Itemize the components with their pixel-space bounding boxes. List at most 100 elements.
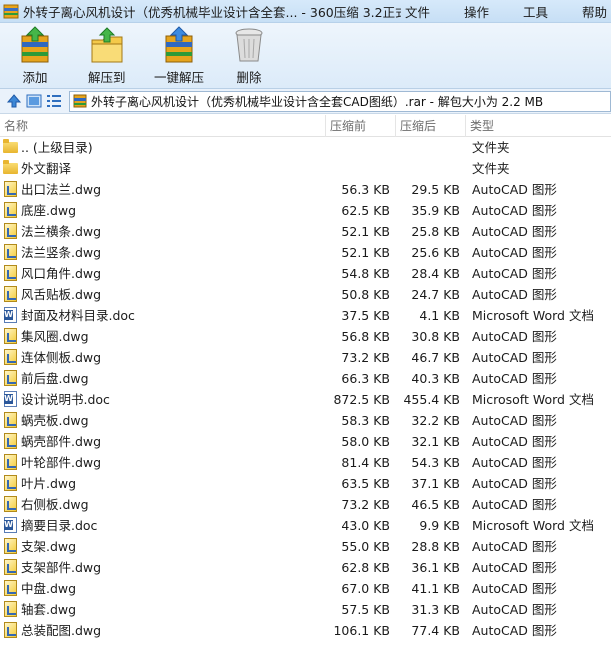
file-name: 叶轮部件.dwg: [21, 455, 102, 470]
word-doc-icon: [3, 307, 19, 323]
add-button[interactable]: 添加: [17, 26, 53, 86]
file-packed-size: 46.7 KB: [411, 350, 460, 365]
file-row[interactable]: 摘要目录.doc 43.0 KB 9.9 KB Microsoft Word 文档: [0, 515, 611, 536]
file-name: 叶片.dwg: [21, 476, 77, 491]
file-packed-size: 30.8 KB: [411, 329, 460, 344]
file-name: 总装配图.dwg: [21, 623, 102, 638]
file-row[interactable]: 连体侧板.dwg 73.2 KB 46.7 KB AutoCAD 图形: [0, 347, 611, 368]
delete-label: 删除: [236, 70, 262, 85]
file-packed-size: 29.5 KB: [411, 182, 460, 197]
file-packed-size: 28.8 KB: [411, 539, 460, 554]
file-row[interactable]: 蜗壳部件.dwg 58.0 KB 32.1 KB AutoCAD 图形: [0, 431, 611, 452]
file-name: 右侧板.dwg: [21, 497, 89, 512]
file-row[interactable]: 集风圈.dwg 56.8 KB 30.8 KB AutoCAD 图形: [0, 326, 611, 347]
file-type: AutoCAD 图形: [472, 245, 557, 260]
toolbar: 添加 解压到 一键解压 删除: [0, 23, 611, 89]
file-size: 63.5 KB: [341, 476, 390, 491]
title-bar: 外转子离心风机设计（优秀机械毕业设计含全套... - 360压缩 3.2正式版 …: [0, 0, 611, 23]
file-row[interactable]: 叶轮部件.dwg 81.4 KB 54.3 KB AutoCAD 图形: [0, 452, 611, 473]
file-row[interactable]: 蜗壳板.dwg 58.3 KB 32.2 KB AutoCAD 图形: [0, 410, 611, 431]
file-name: 风口角件.dwg: [21, 266, 102, 281]
file-name: 风舌贴板.dwg: [21, 287, 102, 302]
autocad-file-icon: [3, 349, 19, 365]
trash-icon: [231, 26, 267, 64]
file-type: AutoCAD 图形: [472, 434, 557, 449]
file-row[interactable]: 支架.dwg 55.0 KB 28.8 KB AutoCAD 图形: [0, 536, 611, 557]
file-row[interactable]: 法兰竖条.dwg 52.1 KB 25.6 KB AutoCAD 图形: [0, 242, 611, 263]
add-label: 添加: [22, 70, 48, 85]
file-row[interactable]: 中盘.dwg 67.0 KB 41.1 KB AutoCAD 图形: [0, 578, 611, 599]
column-header-type[interactable]: 类型: [466, 115, 611, 137]
archive-icon: [73, 94, 87, 108]
file-type: AutoCAD 图形: [472, 329, 557, 344]
file-type: AutoCAD 图形: [472, 602, 557, 617]
menu-operation[interactable]: 操作: [460, 2, 493, 21]
file-type: AutoCAD 图形: [472, 476, 557, 491]
add-archive-icon: [17, 26, 53, 64]
file-type: Microsoft Word 文档: [472, 518, 594, 533]
up-level-button[interactable]: [4, 91, 24, 111]
word-doc-icon: [3, 517, 19, 533]
file-row[interactable]: 外文翻译 文件夹: [0, 158, 611, 179]
file-size: 62.8 KB: [341, 560, 390, 575]
file-row[interactable]: 前后盘.dwg 66.3 KB 40.3 KB AutoCAD 图形: [0, 368, 611, 389]
file-size: [330, 158, 390, 179]
file-size: 56.8 KB: [341, 329, 390, 344]
file-row[interactable]: 风舌贴板.dwg 50.8 KB 24.7 KB AutoCAD 图形: [0, 284, 611, 305]
file-row[interactable]: 法兰横条.dwg 52.1 KB 25.8 KB AutoCAD 图形: [0, 221, 611, 242]
file-size: 106.1 KB: [333, 623, 390, 638]
file-name: 法兰竖条.dwg: [21, 245, 102, 260]
file-row[interactable]: 支架部件.dwg 62.8 KB 36.1 KB AutoCAD 图形: [0, 557, 611, 578]
extract-to-button[interactable]: 解压到: [88, 26, 126, 86]
menu-file[interactable]: 文件: [401, 2, 434, 21]
file-row[interactable]: 总装配图.dwg 106.1 KB 77.4 KB AutoCAD 图形: [0, 620, 611, 641]
file-size: 66.3 KB: [341, 371, 390, 386]
list-view-button[interactable]: [44, 91, 64, 111]
file-name: 法兰横条.dwg: [21, 224, 102, 239]
file-row[interactable]: 风口角件.dwg 54.8 KB 28.4 KB AutoCAD 图形: [0, 263, 611, 284]
file-row[interactable]: 设计说明书.doc 872.5 KB 455.4 KB Microsoft Word …: [0, 389, 611, 410]
thumbnail-view-button[interactable]: [24, 91, 44, 111]
autocad-file-icon: [3, 202, 19, 218]
file-size: 57.5 KB: [341, 602, 390, 617]
file-row[interactable]: 底座.dwg 62.5 KB 35.9 KB AutoCAD 图形: [0, 200, 611, 221]
file-type: AutoCAD 图形: [472, 287, 557, 302]
one-click-extract-button[interactable]: 一键解压: [154, 26, 204, 86]
file-row[interactable]: 轴套.dwg 57.5 KB 31.3 KB AutoCAD 图形: [0, 599, 611, 620]
delete-button[interactable]: 删除: [231, 26, 267, 86]
file-row[interactable]: 叶片.dwg 63.5 KB 37.1 KB AutoCAD 图形: [0, 473, 611, 494]
file-row[interactable]: 右侧板.dwg 73.2 KB 46.5 KB AutoCAD 图形: [0, 494, 611, 515]
autocad-file-icon: [3, 580, 19, 596]
folder-icon: [3, 160, 19, 176]
file-packed-size: 37.1 KB: [411, 476, 460, 491]
file-name: 摘要目录.doc: [21, 518, 98, 533]
column-header-name[interactable]: 名称: [0, 115, 326, 137]
file-type: AutoCAD 图形: [472, 266, 557, 281]
file-type: AutoCAD 图形: [472, 539, 557, 554]
menu-help[interactable]: 帮助: [578, 2, 611, 21]
one-click-extract-icon: [161, 26, 197, 64]
file-row[interactable]: .. (上级目录) 文件夹: [0, 137, 611, 158]
column-header-size[interactable]: 压缩前: [326, 115, 396, 137]
autocad-file-icon: [3, 265, 19, 281]
file-type: 文件夹: [472, 140, 510, 155]
file-name: 设计说明书.doc: [21, 392, 110, 407]
file-packed-size: 36.1 KB: [411, 560, 460, 575]
file-packed-size: 25.8 KB: [411, 224, 460, 239]
file-type: AutoCAD 图形: [472, 203, 557, 218]
file-row[interactable]: 封面及材料目录.doc 37.5 KB 4.1 KB Microsoft Word 文…: [0, 305, 611, 326]
menu-tools[interactable]: 工具: [519, 2, 552, 21]
file-size: 50.8 KB: [341, 287, 390, 302]
path-field[interactable]: 外转子离心风机设计（优秀机械毕业设计含全套CAD图纸）.rar - 解包大小为 …: [69, 90, 611, 112]
file-type: AutoCAD 图形: [472, 182, 557, 197]
file-row[interactable]: 出口法兰.dwg 56.3 KB 29.5 KB AutoCAD 图形: [0, 179, 611, 200]
file-size: 81.4 KB: [341, 455, 390, 470]
file-size: 43.0 KB: [341, 518, 390, 533]
file-type: AutoCAD 图形: [472, 224, 557, 239]
word-doc-icon: [3, 391, 19, 407]
file-type: 文件夹: [472, 161, 510, 176]
folder-icon: [3, 139, 19, 155]
file-packed-size: [400, 158, 460, 179]
column-header-packed[interactable]: 压缩后: [396, 115, 466, 137]
file-type: AutoCAD 图形: [472, 455, 557, 470]
